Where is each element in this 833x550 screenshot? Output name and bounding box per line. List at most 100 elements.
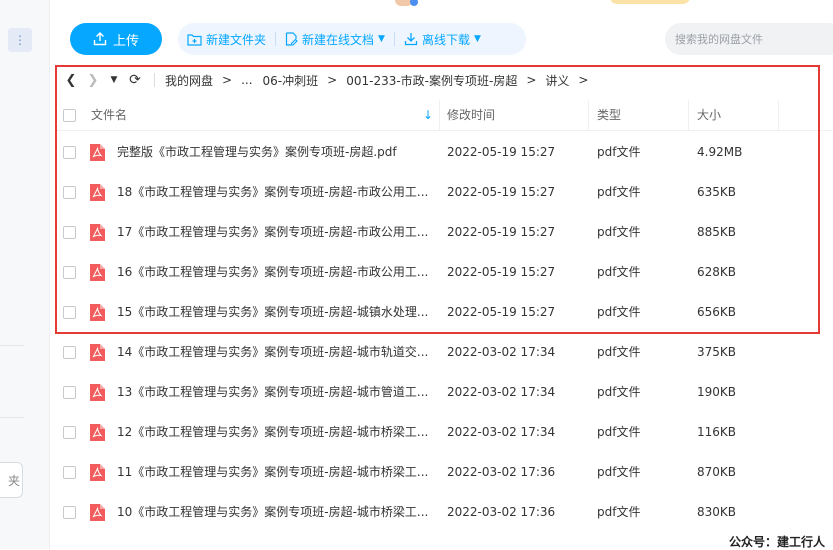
offline-download-button[interactable]: 离线下载 ▼ — [395, 31, 490, 48]
file-size: 635KB — [697, 185, 737, 199]
file-row[interactable]: 16《市政工程管理与实务》案例专项班-房超-市政公用工... 2022-05-19… — [55, 252, 833, 292]
more-icon[interactable]: ⋮ — [8, 28, 32, 52]
row-checkbox[interactable] — [63, 386, 76, 399]
breadcrumb-item[interactable]: 06-冲刺班 — [255, 72, 321, 89]
row-checkbox[interactable] — [63, 466, 76, 479]
file-type: pdf文件 — [597, 345, 641, 359]
file-modified: 2022-03-02 17:36 — [447, 465, 556, 479]
file-name[interactable]: 14《市政工程管理与实务》案例专项班-房超-城市轨道交... — [117, 332, 428, 372]
file-modified: 2022-03-02 17:36 — [447, 505, 556, 519]
pdf-file-icon — [90, 184, 105, 201]
history-dropdown-icon[interactable]: ▼ — [104, 75, 124, 85]
file-modified: 2022-05-19 15:27 — [447, 265, 556, 279]
toolbar: 新建文件夹 新建在线文档 ▼ 离线下载 ▼ — [178, 23, 526, 55]
pdf-file-icon — [90, 224, 105, 241]
file-row[interactable]: 10《市政工程管理与实务》案例专项班-房超-城市桥梁工... 2022-03-02… — [55, 492, 833, 532]
watermark: 公众号：建工行人 — [729, 535, 826, 549]
row-checkbox[interactable] — [63, 186, 76, 199]
pdf-file-icon — [90, 384, 105, 401]
pdf-file-icon — [90, 424, 105, 441]
caret-down-icon: ▼ — [473, 34, 481, 44]
file-type: pdf文件 — [597, 465, 641, 479]
row-checkbox[interactable] — [63, 306, 76, 319]
file-size: 190KB — [697, 385, 737, 399]
file-size: 830KB — [697, 505, 737, 519]
row-checkbox[interactable] — [63, 146, 76, 159]
file-name[interactable]: 12《市政工程管理与实务》案例专项班-房超-城市桥梁工... — [117, 412, 428, 452]
row-checkbox[interactable] — [63, 426, 76, 439]
sort-desc-icon[interactable]: ↓ — [423, 100, 433, 130]
sidebar-new-folder-button[interactable]: 夹 — [0, 462, 23, 498]
column-header-size[interactable]: 大小 — [697, 100, 721, 130]
file-row[interactable]: 17《市政工程管理与实务》案例专项班-房超-市政公用工... 2022-05-19… — [55, 212, 833, 252]
file-name[interactable]: 18《市政工程管理与实务》案例专项班-房超-市政公用工... — [117, 172, 428, 212]
pdf-file-icon — [90, 304, 105, 321]
offline-download-label: 离线下载 — [421, 32, 470, 47]
caret-down-icon: ▼ — [378, 34, 385, 44]
file-name[interactable]: 16《市政工程管理与实务》案例专项班-房超-市政公用工... — [117, 252, 428, 292]
forward-arrow-icon[interactable]: ❯ — [82, 73, 104, 88]
file-row[interactable]: 11《市政工程管理与实务》案例专项班-房超-城市桥梁工... 2022-03-02… — [55, 452, 833, 492]
file-size: 885KB — [697, 225, 737, 239]
file-name[interactable]: 完整版《市政工程管理与实务》案例专项班-房超.pdf — [117, 132, 397, 172]
pdf-file-icon — [90, 504, 105, 521]
upload-button[interactable]: 上传 — [70, 23, 162, 55]
breadcrumb-item-current: 讲义 — [545, 73, 570, 88]
file-name[interactable]: 13《市政工程管理与实务》案例专项班-房超-城市管道工... — [117, 372, 428, 412]
row-checkbox[interactable] — [63, 346, 76, 359]
file-type: pdf文件 — [597, 145, 641, 159]
document-edit-icon — [285, 32, 298, 46]
new-online-doc-button[interactable]: 新建在线文档 ▼ — [276, 31, 394, 48]
pdf-file-icon — [90, 344, 105, 361]
file-list-header: 文件名 ↓ 修改时间 类型 大小 — [55, 100, 833, 131]
file-name[interactable]: 11《市政工程管理与实务》案例专项班-房超-城市桥梁工... — [117, 452, 428, 492]
pdf-file-icon — [90, 464, 105, 481]
new-online-doc-label: 新建在线文档 — [302, 32, 375, 47]
file-row[interactable]: 12《市政工程管理与实务》案例专项班-房超-城市桥梁工... 2022-03-02… — [55, 412, 833, 452]
column-header-type[interactable]: 类型 — [597, 100, 621, 130]
file-name[interactable]: 15《市政工程管理与实务》案例专项班-房超-城镇水处理... — [117, 292, 428, 332]
new-folder-button[interactable]: 新建文件夹 — [178, 31, 275, 48]
file-row[interactable]: 14《市政工程管理与实务》案例专项班-房超-城市轨道交... 2022-03-02… — [55, 332, 833, 372]
column-divider — [439, 100, 440, 130]
breadcrumb: ❮ ❯ ▼ ⟳ 我的网盘 > ... 06-冲刺班 > 001-233-市政-案… — [60, 68, 595, 92]
file-row[interactable]: 18《市政工程管理与实务》案例专项班-房超-市政公用工... 2022-05-19… — [55, 172, 833, 212]
file-name[interactable]: 17《市政工程管理与实务》案例专项班-房超-市政公用工... — [117, 212, 428, 252]
file-modified: 2022-05-19 15:27 — [447, 185, 556, 199]
select-all-checkbox[interactable] — [63, 109, 76, 122]
row-checkbox[interactable] — [63, 226, 76, 239]
file-modified: 2022-03-02 17:34 — [447, 345, 556, 359]
file-size: 4.92MB — [697, 145, 743, 159]
pdf-file-icon — [90, 264, 105, 281]
new-folder-label: 新建文件夹 — [206, 32, 267, 47]
column-divider — [588, 100, 589, 130]
download-icon — [404, 33, 418, 46]
breadcrumb-item[interactable]: 001-233-市政-案例专项班-房超 — [344, 72, 519, 89]
file-row[interactable]: 13《市政工程管理与实务》案例专项班-房超-城市管道工... 2022-03-02… — [55, 372, 833, 412]
file-row[interactable]: 完整版《市政工程管理与实务》案例专项班-房超.pdf 2022-05-19 15:… — [55, 132, 833, 172]
breadcrumb-item-ellipsis[interactable]: ... — [239, 73, 254, 87]
search-input[interactable] — [665, 23, 833, 55]
sidebar-divider — [0, 345, 24, 346]
vip-banner[interactable] — [610, 0, 690, 4]
column-header-modified[interactable]: 修改时间 — [447, 100, 495, 130]
row-checkbox[interactable] — [63, 266, 76, 279]
file-size: 656KB — [697, 305, 737, 319]
file-modified: 2022-05-19 15:27 — [447, 145, 556, 159]
file-size: 870KB — [697, 465, 737, 479]
row-checkbox[interactable] — [63, 506, 76, 519]
file-type: pdf文件 — [597, 305, 641, 319]
file-row[interactable]: 15《市政工程管理与实务》案例专项班-房超-城镇水处理... 2022-05-19… — [55, 292, 833, 332]
file-modified: 2022-05-19 15:27 — [447, 305, 556, 319]
refresh-icon[interactable]: ⟳ — [124, 72, 146, 88]
breadcrumb-item-root[interactable]: 我的网盘 — [163, 72, 215, 89]
column-header-name[interactable]: 文件名 — [91, 100, 127, 130]
file-size: 628KB — [697, 265, 737, 279]
file-type: pdf文件 — [597, 505, 641, 519]
file-type: pdf文件 — [597, 225, 641, 239]
back-arrow-icon[interactable]: ❮ — [60, 73, 82, 88]
pdf-file-icon — [90, 144, 105, 161]
file-name[interactable]: 10《市政工程管理与实务》案例专项班-房超-城市桥梁工... — [117, 492, 428, 532]
breadcrumb-separator: > — [526, 73, 537, 87]
file-size: 116KB — [697, 425, 737, 439]
